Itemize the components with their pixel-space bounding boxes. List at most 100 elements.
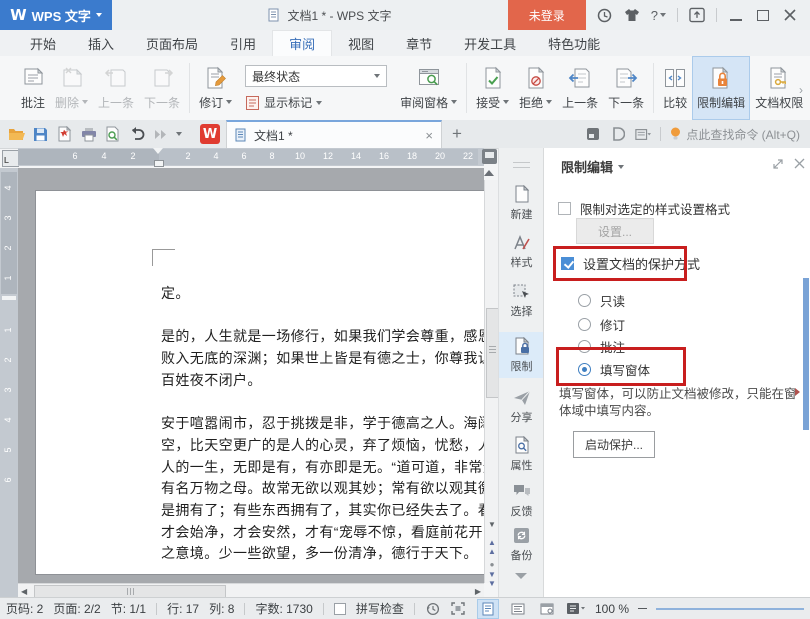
- fill-forms-radio[interactable]: [578, 363, 591, 376]
- export-pdf-icon[interactable]: [56, 126, 73, 143]
- document-page[interactable]: 定。 是的，人生就是一场修行，如果我们学会尊重，感恩 败入无底的深渊；如果世上皆…: [35, 190, 484, 575]
- wps-menu-button[interactable]: W WPS 文字: [0, 0, 112, 30]
- settings-button[interactable]: 设置...: [576, 218, 654, 244]
- next-page-button[interactable]: ▼▼: [485, 570, 499, 588]
- next-change-button[interactable]: 下一条: [603, 56, 649, 120]
- updates-icon[interactable]: [597, 7, 613, 23]
- help-button[interactable]: ?: [651, 8, 666, 23]
- previous-page-button[interactable]: ▲▲: [485, 538, 499, 556]
- option-read-only[interactable]: 只读: [578, 291, 625, 310]
- save-icon[interactable]: [32, 126, 49, 143]
- skin-icon[interactable]: [624, 7, 640, 23]
- sidebar-item-restrict[interactable]: 限制: [499, 332, 544, 378]
- tab-selector-button[interactable]: L: [2, 150, 19, 167]
- track-changes-button[interactable]: 修订: [194, 56, 237, 120]
- status-word-count[interactable]: 字数: 1730: [255, 600, 312, 617]
- tab-developer[interactable]: 开发工具: [448, 30, 532, 56]
- panel-close-icon[interactable]: [794, 158, 805, 169]
- delete-comment-button[interactable]: 删除: [50, 56, 93, 120]
- scroll-down-arrow[interactable]: ▼: [485, 520, 499, 529]
- previous-change-button[interactable]: 上一条: [557, 56, 603, 120]
- sidebar-item-backup[interactable]: 备份: [499, 522, 544, 568]
- restrict-editing-button[interactable]: 限制编辑: [692, 56, 750, 120]
- scroll-up-arrow[interactable]: [484, 170, 494, 176]
- sidebar-item-share[interactable]: 分享: [499, 384, 544, 430]
- comments-radio[interactable]: [578, 340, 591, 353]
- sidebar-item-styles[interactable]: 样式: [499, 229, 544, 275]
- first-line-indent-marker[interactable]: [153, 148, 163, 154]
- minimize-button[interactable]: [728, 7, 744, 23]
- quick-access-menu-icon[interactable]: [176, 132, 182, 136]
- open-file-icon[interactable]: [8, 126, 25, 143]
- next-comment-button[interactable]: 下一条: [139, 56, 185, 120]
- scroll-left-arrow[interactable]: ◀: [21, 587, 27, 596]
- horizontal-ruler[interactable]: 6 4 2 2 4 6 8 10 12 14 16 18 20 22: [18, 148, 484, 166]
- document-canvas[interactable]: 定。 是的，人生就是一场修行，如果我们学会尊重，感恩 败入无底的深渊；如果世上皆…: [18, 168, 484, 583]
- tab-home[interactable]: 开始: [14, 30, 72, 56]
- scroll-right-arrow[interactable]: ▶: [475, 587, 481, 596]
- spell-check-label[interactable]: 拼写检查: [356, 600, 404, 617]
- zoom-out-button[interactable]: [638, 608, 647, 610]
- previous-comment-button[interactable]: 上一条: [93, 56, 139, 120]
- option-fill-forms[interactable]: 填写窗体: [578, 360, 650, 379]
- start-protection-button[interactable]: 启动保护...: [573, 431, 655, 458]
- login-button[interactable]: 未登录: [508, 0, 586, 30]
- tab-view[interactable]: 视图: [332, 30, 390, 56]
- undo-icon[interactable]: [128, 126, 145, 143]
- tab-list-icon[interactable]: [635, 126, 651, 142]
- close-button[interactable]: [782, 7, 798, 23]
- maximize-button[interactable]: [755, 7, 771, 23]
- share-window-icon[interactable]: [689, 7, 705, 23]
- read-mode-icon[interactable]: [566, 600, 586, 618]
- option-track-changes[interactable]: 修订: [578, 315, 625, 334]
- print-icon[interactable]: [80, 126, 97, 143]
- command-search[interactable]: 点此查找命令 (Alt+Q): [670, 126, 800, 143]
- option-comments[interactable]: 批注: [578, 337, 625, 356]
- sidebar-item-select[interactable]: 选择: [499, 278, 544, 324]
- workspace-icon[interactable]: [585, 126, 601, 142]
- sidebar-drag-handle[interactable]: [513, 162, 530, 168]
- sidebar-more-chevron[interactable]: [515, 573, 527, 579]
- redo-icon[interactable]: [152, 126, 169, 143]
- document-tab[interactable]: 文档1 * ×: [226, 120, 442, 149]
- review-pane-button[interactable]: 审阅窗格: [395, 56, 462, 120]
- read-only-radio[interactable]: [578, 294, 591, 307]
- show-markup-button[interactable]: 显示标记: [245, 94, 387, 111]
- web-layout-icon[interactable]: [537, 600, 557, 618]
- protection-mode-checkbox[interactable]: [561, 257, 574, 270]
- sidebar-item-properties[interactable]: 属性: [499, 431, 544, 477]
- track-changes-radio[interactable]: [578, 318, 591, 331]
- format-restriction-checkbox[interactable]: [558, 202, 571, 215]
- panel-collapse-arrow[interactable]: [795, 388, 800, 396]
- page-view-icon[interactable]: [477, 599, 499, 619]
- document-text[interactable]: 定。 是的，人生就是一场修行，如果我们学会尊重，感恩 败入无底的深渊；如果世上皆…: [161, 283, 484, 565]
- new-tab-button[interactable]: +: [442, 124, 472, 144]
- wps-home-button[interactable]: W: [200, 124, 220, 144]
- left-indent-marker[interactable]: [154, 160, 164, 167]
- outline-view-icon[interactable]: [508, 600, 528, 618]
- sidebar-item-feedback[interactable]: 反馈: [499, 478, 544, 524]
- new-comment-button[interactable]: 批注: [16, 56, 50, 120]
- ruler-toggle-button[interactable]: [482, 149, 497, 164]
- horizontal-scrollbar[interactable]: ◀ ▶: [18, 583, 484, 598]
- reject-change-button[interactable]: 拒绝: [514, 56, 557, 120]
- tab-page-layout[interactable]: 页面布局: [130, 30, 214, 56]
- tab-section[interactable]: 章节: [390, 30, 448, 56]
- zoom-level[interactable]: 100 %: [595, 602, 629, 616]
- close-tab-icon[interactable]: ×: [425, 128, 433, 143]
- tab-review[interactable]: 审阅: [272, 30, 332, 56]
- panel-resize-icon[interactable]: [772, 158, 784, 170]
- accept-change-button[interactable]: 接受: [471, 56, 514, 120]
- fullscreen-icon[interactable]: [448, 600, 468, 618]
- tab-references[interactable]: 引用: [214, 30, 272, 56]
- browse-object-button[interactable]: ●: [485, 560, 499, 569]
- history-icon[interactable]: [425, 601, 441, 617]
- docer-icon[interactable]: [610, 126, 626, 142]
- vertical-scrollbar[interactable]: ▼ ▲▲ ● ▼▼: [484, 180, 499, 583]
- markup-state-combobox[interactable]: 最终状态: [245, 65, 387, 87]
- vertical-ruler[interactable]: 4 3 2 1 1 2 3 4 5 6: [0, 168, 18, 597]
- zoom-slider[interactable]: [656, 608, 804, 610]
- tab-special-features[interactable]: 特色功能: [532, 30, 616, 56]
- expand-ribbon-button[interactable]: ›: [799, 82, 810, 98]
- panel-title[interactable]: 限制编辑: [561, 157, 624, 176]
